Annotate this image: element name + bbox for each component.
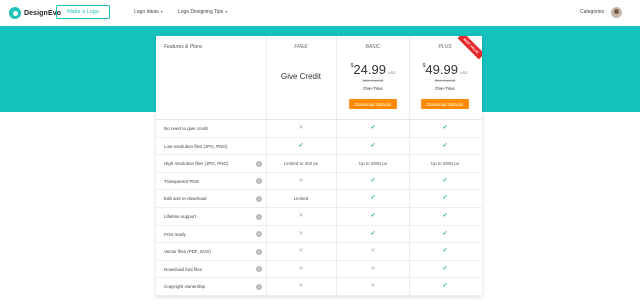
plan-name-basic: BASIC bbox=[365, 44, 381, 50]
check-icon: ✓ bbox=[370, 177, 376, 184]
feature-label: Vector files (PDF, SVG) bbox=[164, 249, 211, 255]
plus-old-price: $99.99USD bbox=[434, 78, 456, 83]
check-icon: ✓ bbox=[442, 195, 448, 202]
make-logo-button[interactable]: Make a Logo bbox=[56, 5, 110, 19]
info-icon[interactable]: i bbox=[256, 213, 262, 220]
feature-label: Low resolution files (JPG, PNG) bbox=[164, 143, 228, 149]
check-icon: ✓ bbox=[442, 283, 448, 290]
info-icon[interactable]: i bbox=[256, 178, 262, 185]
info-icon[interactable]: i bbox=[256, 266, 262, 273]
nav-logo-ideas[interactable]: Logo Ideas ▾ bbox=[134, 9, 163, 15]
table-row: Transparent PNG i ✕ ✓ ✓ bbox=[156, 173, 482, 191]
cross-icon: ✕ bbox=[298, 177, 304, 184]
cell-text: Up to 5000 px bbox=[430, 161, 460, 167]
plan-name-free: FREE bbox=[294, 44, 308, 50]
free-headline: Give Credit bbox=[280, 72, 321, 81]
basic-old-price: $39.99USD bbox=[362, 78, 384, 83]
nav-categories[interactable]: Categories bbox=[580, 9, 604, 15]
info-icon[interactable]: i bbox=[256, 283, 262, 290]
info-icon[interactable]: i bbox=[256, 231, 262, 238]
nav-logo-designing-tips[interactable]: Logo Designing Tips ▾ bbox=[178, 9, 227, 15]
table-row: Copyright ownership i ✕ ✕ ✓ bbox=[156, 278, 482, 296]
check-icon: ✓ bbox=[370, 230, 376, 237]
basic-download-sample-button[interactable]: Download Sample bbox=[349, 99, 397, 109]
best-value-ribbon: BEST VALUE bbox=[452, 36, 482, 66]
basic-price: $24.99 USD bbox=[338, 61, 408, 79]
table-row: High resolution files (JPG, PNG) i Limited… bbox=[156, 155, 482, 173]
cross-icon: ✕ bbox=[298, 248, 304, 255]
feature-label: Copyright ownership bbox=[164, 284, 206, 290]
table-row: No need to give credit ✕ ✓ ✓ bbox=[156, 120, 482, 138]
cross-icon: ✕ bbox=[298, 283, 304, 290]
check-icon: ✓ bbox=[442, 213, 448, 219]
check-icon: ✓ bbox=[370, 195, 376, 202]
cross-icon: ✕ bbox=[370, 248, 376, 255]
table-row: Edit and re-download i Limited ✓ ✓ bbox=[156, 190, 482, 208]
cross-icon: ✕ bbox=[370, 283, 376, 290]
feature-label: Edit and re-download bbox=[164, 196, 207, 202]
logo-mark-icon bbox=[9, 7, 21, 19]
nav-categories-label: Categories bbox=[580, 9, 605, 15]
cell-text: Limited bbox=[293, 196, 309, 202]
cross-icon: ✕ bbox=[298, 265, 304, 272]
table-row: Low resolution files (JPG, PNG) ✓ ✓ ✓ bbox=[156, 138, 482, 156]
check-icon: ✓ bbox=[298, 142, 304, 149]
table-row: Lifetime support i ✕ ✓ ✓ bbox=[156, 208, 482, 226]
feature-label: No need to give credit bbox=[164, 126, 208, 131]
nav-logo-ideas-label: Logo Ideas bbox=[134, 9, 159, 15]
table-row: Vector files (PDF, SVG) i ✕ ✕ ✓ bbox=[156, 243, 482, 261]
cross-icon: ✕ bbox=[298, 230, 304, 237]
check-icon: ✓ bbox=[442, 125, 448, 131]
feature-label: High resolution files (JPG, PNG) bbox=[164, 161, 229, 167]
feature-label: Lifetime support bbox=[164, 214, 197, 219]
plus-download-sample-button[interactable]: Download Sample bbox=[421, 99, 469, 109]
table-row: Print ready i ✕ ✓ ✓ bbox=[156, 226, 482, 244]
nav-logo-designing-tips-label: Logo Designing Tips bbox=[178, 9, 224, 15]
chevron-down-icon: ▾ bbox=[160, 9, 163, 14]
info-icon[interactable]: i bbox=[256, 195, 262, 202]
basic-billing: One-Time bbox=[363, 86, 383, 91]
brand-logo[interactable]: DesignEvo bbox=[9, 7, 61, 19]
cross-icon: ✕ bbox=[298, 125, 304, 131]
cell-text: Up to 5000 px bbox=[358, 161, 388, 167]
check-icon: ✓ bbox=[442, 248, 448, 255]
check-icon: ✓ bbox=[370, 213, 376, 219]
info-icon[interactable]: i bbox=[256, 248, 262, 255]
check-icon: ✓ bbox=[442, 177, 448, 184]
feature-label: Transparent PNG bbox=[164, 178, 200, 184]
check-icon: ✓ bbox=[442, 265, 448, 272]
table-row: Download font files i ✕ ✕ ✓ bbox=[156, 261, 482, 279]
check-icon: ✓ bbox=[442, 230, 448, 237]
top-nav: DesignEvo Make a Logo Logo Ideas ▾ Logo D… bbox=[0, 0, 640, 26]
cross-icon: ✕ bbox=[370, 265, 376, 272]
pricing-table: Features & Plans FREE Give Credit BASIC … bbox=[156, 36, 482, 296]
basic-amount: 24.99 bbox=[353, 62, 386, 77]
cross-icon: ✕ bbox=[298, 213, 304, 219]
check-icon: ✓ bbox=[442, 142, 448, 149]
user-avatar[interactable] bbox=[611, 7, 622, 18]
features-plans-label: Features & Plans bbox=[164, 44, 203, 50]
pricing-header: Features & Plans FREE Give Credit BASIC … bbox=[156, 36, 482, 120]
best-value-label: BEST VALUE bbox=[457, 36, 482, 60]
check-icon: ✓ bbox=[370, 142, 376, 149]
check-icon: ✓ bbox=[370, 125, 376, 131]
feature-label: Print ready bbox=[164, 231, 186, 237]
feature-label: Download font files bbox=[164, 266, 203, 272]
cell-text: Limited to 300 px bbox=[283, 161, 319, 167]
basic-unit: USD bbox=[387, 71, 396, 75]
plus-billing: One-Time bbox=[435, 86, 455, 91]
plus-unit: USD bbox=[459, 71, 468, 75]
chevron-down-icon: ▾ bbox=[225, 9, 228, 14]
info-icon[interactable]: i bbox=[256, 160, 262, 167]
